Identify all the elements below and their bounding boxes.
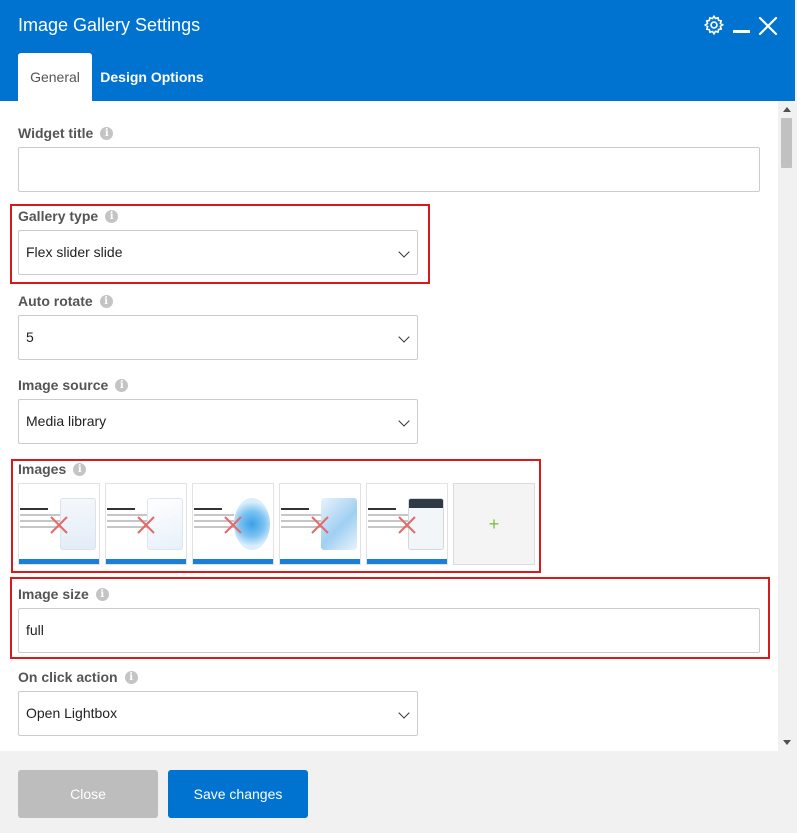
- image-thumbnail[interactable]: [192, 483, 274, 565]
- info-icon[interactable]: i: [115, 378, 129, 392]
- on-click-action-select[interactable]: Open Lightbox: [18, 691, 418, 736]
- close-icon[interactable]: [757, 15, 779, 37]
- remove-image-icon[interactable]: [223, 515, 243, 535]
- info-icon[interactable]: i: [100, 126, 114, 140]
- tab-design-options[interactable]: Design Options: [94, 53, 210, 101]
- widget-title-label-text: Widget title: [18, 125, 94, 141]
- info-icon[interactable]: i: [105, 209, 119, 223]
- chevron-down-icon: [398, 415, 410, 427]
- images-label: Images i: [18, 461, 87, 477]
- widget-title-label: Widget title i: [18, 125, 114, 141]
- close-button[interactable]: Close: [18, 770, 158, 818]
- scroll-down-icon[interactable]: [783, 740, 791, 745]
- image-thumbnail[interactable]: [105, 483, 187, 565]
- tab-general[interactable]: General: [18, 53, 92, 101]
- auto-rotate-select[interactable]: 5: [18, 315, 418, 360]
- auto-rotate-value: 5: [26, 329, 34, 345]
- scrollbar-thumb[interactable]: [781, 118, 792, 168]
- auto-rotate-label: Auto rotate i: [18, 293, 113, 309]
- widget-title-input[interactable]: [18, 147, 760, 192]
- on-click-action-label: On click action i: [18, 669, 138, 685]
- images-label-text: Images: [18, 461, 67, 477]
- auto-rotate-label-text: Auto rotate: [18, 293, 93, 309]
- save-changes-button[interactable]: Save changes: [168, 770, 308, 818]
- image-source-label-text: Image source: [18, 377, 109, 393]
- dialog-title: Image Gallery Settings: [18, 15, 201, 35]
- chevron-down-icon: [398, 246, 410, 258]
- remove-image-icon[interactable]: [49, 515, 69, 535]
- plus-icon: +: [488, 514, 500, 534]
- image-size-label-text: Image size: [18, 586, 89, 602]
- info-icon[interactable]: i: [124, 670, 138, 684]
- remove-image-icon[interactable]: [136, 515, 156, 535]
- gallery-type-label-text: Gallery type: [18, 208, 99, 224]
- gallery-type-select[interactable]: Flex slider slide: [18, 230, 418, 275]
- image-thumbnail[interactable]: [279, 483, 361, 565]
- image-source-select[interactable]: Media library: [18, 399, 418, 444]
- chevron-down-icon: [398, 707, 410, 719]
- remove-image-icon[interactable]: [397, 515, 417, 535]
- vertical-scrollbar[interactable]: [778, 101, 795, 751]
- scroll-up-icon[interactable]: [783, 107, 791, 112]
- dialog-header: Image Gallery Settings General Design Op…: [0, 0, 795, 101]
- dialog-footer: Close Save changes: [0, 751, 795, 833]
- image-thumbnail[interactable]: [366, 483, 448, 565]
- chevron-down-icon: [398, 331, 410, 343]
- add-image-button[interactable]: +: [453, 483, 535, 565]
- image-source-label: Image source i: [18, 377, 129, 393]
- gallery-type-value: Flex slider slide: [26, 244, 123, 260]
- image-size-label: Image size i: [18, 586, 109, 602]
- settings-gear-icon[interactable]: [703, 14, 725, 36]
- image-source-value: Media library: [26, 413, 107, 429]
- info-icon[interactable]: i: [99, 294, 113, 308]
- info-icon[interactable]: i: [95, 587, 109, 601]
- on-click-action-label-text: On click action: [18, 669, 118, 685]
- on-click-action-value: Open Lightbox: [26, 705, 118, 721]
- settings-form: Widget title i Gallery type i Flex slide…: [0, 101, 778, 751]
- remove-image-icon[interactable]: [310, 515, 330, 535]
- info-icon[interactable]: i: [73, 462, 87, 476]
- image-thumbnail[interactable]: [18, 483, 100, 565]
- image-size-input[interactable]: full: [18, 608, 760, 653]
- minimize-icon[interactable]: [733, 30, 750, 33]
- gallery-type-label: Gallery type i: [18, 208, 119, 224]
